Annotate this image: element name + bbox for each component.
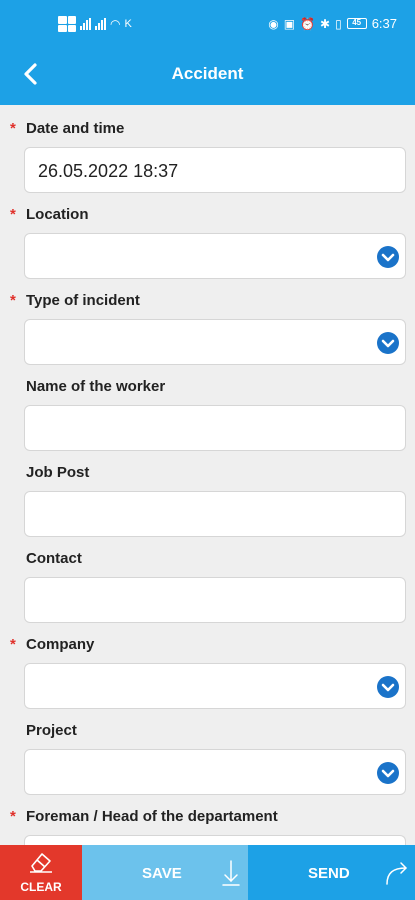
vibrate-icon: ▯ bbox=[335, 16, 342, 31]
chevron-down-icon[interactable] bbox=[377, 676, 399, 698]
field-label: Foreman / Head of the departament bbox=[26, 808, 278, 825]
signal-icon bbox=[80, 18, 91, 30]
status-bar: ◠ K ◉ ▣ ⏰ ✱ ▯ 45 6:37 bbox=[0, 0, 415, 50]
field-label: Name of the worker bbox=[26, 378, 166, 395]
alarm-icon: ⏰ bbox=[300, 16, 316, 31]
field-label: Location bbox=[26, 206, 89, 223]
foreman-input[interactable] bbox=[24, 835, 406, 845]
field-label: Job Post bbox=[26, 464, 90, 481]
action-bar: CLEAR SAVE SEND bbox=[0, 845, 415, 900]
clock: 6:37 bbox=[371, 16, 397, 31]
worker-name-input[interactable] bbox=[24, 405, 406, 451]
chevron-down-icon[interactable] bbox=[377, 246, 399, 268]
job-post-input[interactable] bbox=[24, 491, 406, 537]
date-time-input[interactable]: 26.05.2022 18:37 bbox=[24, 147, 406, 193]
download-arrow-icon bbox=[222, 860, 240, 886]
required-marker: * bbox=[10, 292, 16, 309]
eye-icon: ◉ bbox=[268, 16, 279, 31]
eraser-icon bbox=[30, 853, 52, 873]
required-marker: * bbox=[10, 808, 16, 825]
status-right: ◉ ▣ ⏰ ✱ ▯ 45 6:37 bbox=[268, 16, 397, 31]
page-title: Accident bbox=[171, 64, 244, 83]
nfc-icon: ▣ bbox=[283, 16, 296, 31]
location-select[interactable] bbox=[24, 233, 406, 279]
chevron-down-icon[interactable] bbox=[377, 762, 399, 784]
required-marker: * bbox=[10, 120, 16, 137]
signal-icon-2 bbox=[95, 18, 106, 30]
company-select[interactable] bbox=[24, 663, 406, 709]
send-button[interactable]: SEND bbox=[248, 845, 415, 900]
wifi-icon: ◠ bbox=[110, 17, 121, 31]
save-button[interactable]: SAVE bbox=[82, 845, 248, 900]
bluetooth-icon: ✱ bbox=[320, 16, 331, 31]
clear-label: CLEAR bbox=[20, 880, 62, 894]
save-label: SAVE bbox=[142, 865, 182, 882]
chevron-down-icon[interactable] bbox=[377, 332, 399, 354]
field-label: Company bbox=[26, 636, 95, 653]
status-letter: K bbox=[124, 18, 132, 30]
required-marker: * bbox=[10, 206, 16, 223]
field-label: Project bbox=[26, 722, 77, 739]
sim-icon bbox=[58, 16, 76, 32]
field-label: Date and time bbox=[26, 120, 125, 137]
battery-icon: 45 bbox=[346, 18, 367, 29]
required-marker: * bbox=[10, 636, 16, 653]
status-left: ◠ K bbox=[58, 16, 132, 32]
clear-button[interactable]: CLEAR bbox=[0, 845, 82, 900]
project-select[interactable] bbox=[24, 749, 406, 795]
app-header: ◠ K ◉ ▣ ⏰ ✱ ▯ 45 6:37 Accident bbox=[0, 0, 415, 105]
send-label: SEND bbox=[308, 865, 350, 882]
date-time-value: 26.05.2022 18:37 bbox=[38, 161, 179, 181]
contact-input[interactable] bbox=[24, 577, 406, 623]
type-of-incident-select[interactable] bbox=[24, 319, 406, 365]
forward-arrow-icon bbox=[386, 862, 407, 885]
field-label: Type of incident bbox=[26, 292, 140, 309]
field-label: Contact bbox=[26, 550, 82, 567]
